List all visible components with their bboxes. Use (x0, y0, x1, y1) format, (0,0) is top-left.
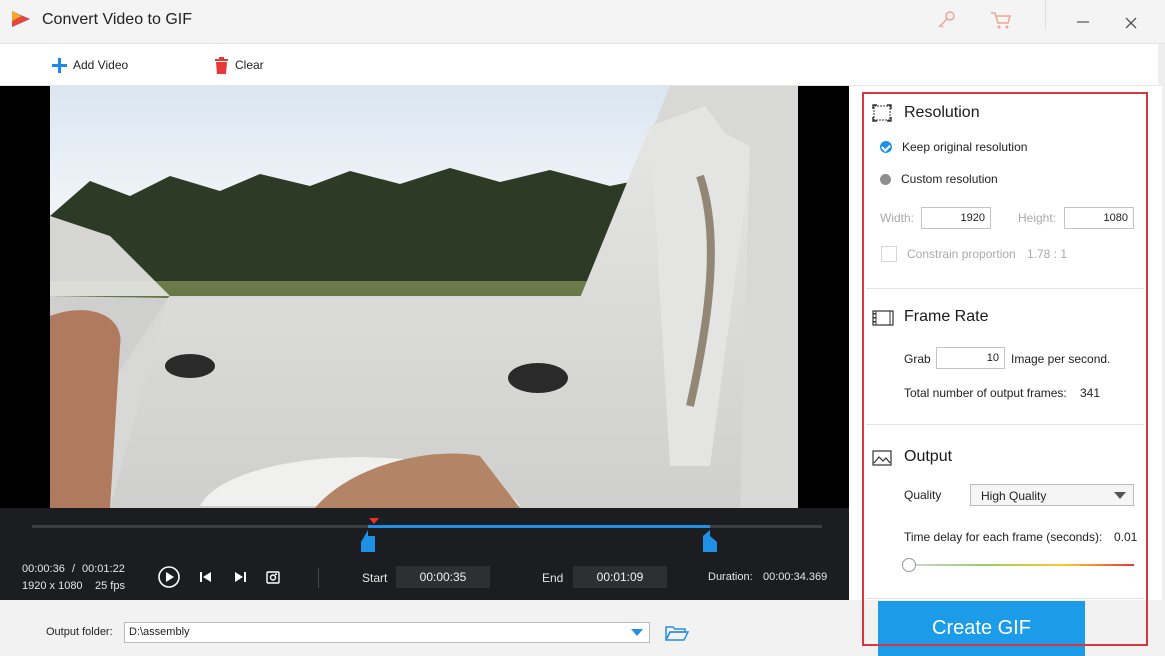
video-fps: 25 fps (95, 580, 125, 592)
total-frames-label: Total number of output frames: (904, 386, 1067, 400)
constrain-ratio: 1.78 : 1 (1027, 247, 1068, 261)
timeline-selection[interactable] (368, 525, 710, 528)
end-label: End (542, 571, 564, 585)
quality-dropdown[interactable]: High Quality (970, 484, 1134, 506)
clear-button[interactable]: Clear (214, 54, 264, 76)
radio-checked-icon (880, 141, 892, 153)
section-divider (866, 288, 1144, 289)
output-folder-value: D:\assembly (129, 626, 190, 638)
quality-label: Quality (904, 488, 942, 502)
duration-value: 00:00:34.369 (763, 571, 828, 583)
minimize-icon[interactable] (1070, 8, 1096, 32)
start-trim-handle[interactable] (361, 530, 375, 552)
titlebar-separator (1045, 0, 1046, 30)
key-icon[interactable] (934, 8, 960, 32)
total-frames-value: 341 (1080, 386, 1101, 400)
timeline-panel: 00:00:36 / 00:01:22 1920 x 1080 25 fps S… (0, 508, 849, 600)
close-icon[interactable] (1118, 8, 1144, 32)
chevron-down-icon (1114, 492, 1126, 499)
output-folder-input[interactable]: D:\assembly (124, 622, 650, 643)
constrain-proportion-label: Constrain proportion (907, 247, 1016, 261)
play-icon[interactable] (157, 565, 181, 589)
timeline-separator (318, 568, 319, 588)
settings-panel (850, 86, 1162, 600)
resolution-icon (872, 104, 892, 122)
frame-delay-value: 0.01 (1114, 530, 1138, 544)
snapshot-icon[interactable] (265, 569, 281, 585)
time-separator: / (72, 563, 76, 575)
total-time: 00:01:22 (82, 563, 125, 575)
constrain-proportion-checkbox[interactable] (881, 246, 897, 262)
add-video-button[interactable]: Add Video (52, 54, 128, 76)
height-input[interactable]: 1080 (1064, 207, 1134, 229)
custom-resolution-radio[interactable]: Custom resolution (880, 172, 998, 186)
next-frame-icon[interactable] (233, 570, 247, 584)
current-time: 00:00:36 (22, 563, 65, 575)
keep-original-label: Keep original resolution (902, 140, 1028, 154)
add-video-label: Add Video (73, 58, 129, 72)
window-title: Convert Video to GIF (42, 11, 192, 28)
custom-resolution-label: Custom resolution (901, 172, 998, 186)
trash-icon (215, 56, 228, 74)
app-logo-icon (12, 11, 30, 27)
frame-rate-title: Frame Rate (904, 308, 989, 325)
resolution-title: Resolution (904, 104, 980, 121)
video-preview (0, 86, 849, 508)
playhead-marker[interactable] (369, 518, 379, 524)
plus-icon (52, 57, 67, 73)
toolbar: Add Video Clear (0, 44, 1165, 86)
width-input[interactable]: 1920 (921, 207, 991, 229)
end-trim-handle[interactable] (703, 530, 717, 552)
duration-label: Duration: (708, 571, 753, 583)
frame-delay-slider-knob[interactable] (902, 558, 916, 572)
start-time-input[interactable]: 00:00:35 (396, 566, 490, 588)
section-divider (866, 598, 1144, 599)
film-strip-icon (872, 310, 894, 326)
per-second-label: Image per second. (1011, 352, 1111, 366)
output-title: Output (904, 448, 953, 465)
output-folder-label: Output folder: (46, 626, 113, 638)
video-frame (50, 86, 798, 508)
end-time-input[interactable]: 00:01:09 (573, 566, 667, 588)
previous-frame-icon[interactable] (199, 570, 213, 584)
frame-delay-label: Time delay for each frame (seconds): (904, 530, 1103, 544)
grab-label: Grab (904, 352, 931, 366)
start-label: Start (362, 571, 388, 585)
create-gif-button[interactable]: Create GIF (878, 601, 1085, 656)
frame-delay-slider-track[interactable] (904, 564, 1134, 566)
clear-label: Clear (235, 58, 264, 72)
quality-value: High Quality (981, 489, 1047, 503)
folder-icon[interactable] (665, 624, 689, 642)
section-divider (866, 424, 1144, 425)
video-resolution: 1920 x 1080 (22, 580, 83, 592)
height-label: Height: (1018, 211, 1057, 225)
width-label: Width: (880, 211, 915, 225)
grab-fps-input[interactable]: 10 (936, 347, 1005, 369)
dropdown-arrow-icon[interactable] (631, 629, 643, 636)
title-bar: Convert Video to GIF (0, 0, 1165, 44)
cart-icon[interactable] (988, 8, 1014, 32)
image-icon (872, 450, 892, 466)
radio-unchecked-icon (880, 173, 891, 185)
keep-original-radio[interactable]: Keep original resolution (880, 140, 1027, 154)
